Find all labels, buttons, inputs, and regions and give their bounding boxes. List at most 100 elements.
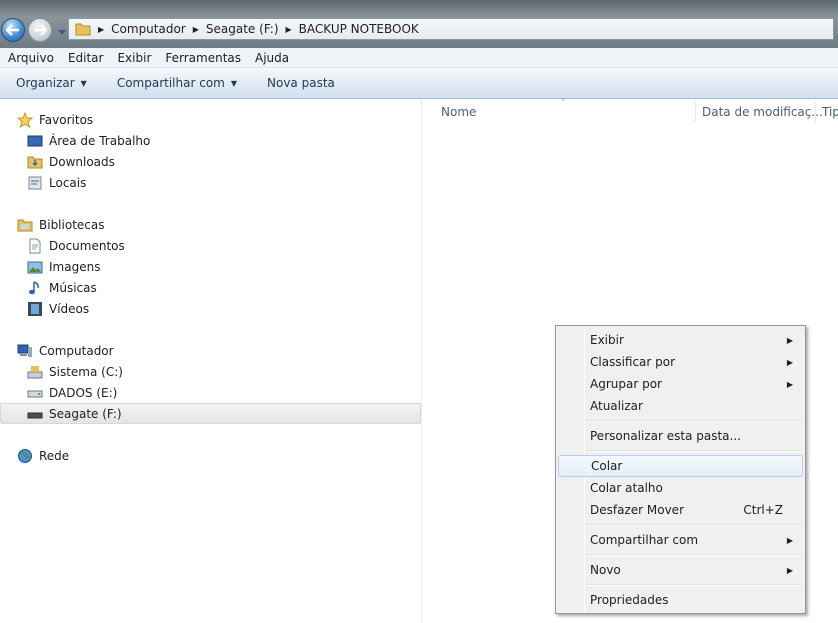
breadcrumb-backup-folder[interactable]: BACKUP NOTEBOOK: [299, 22, 419, 36]
navigation-pane: Favoritos Área de Trabalho Downloads Loc…: [0, 100, 422, 623]
nav-downloads-label: Downloads: [49, 154, 115, 169]
context-paste-label: Colar: [591, 459, 623, 473]
command-toolbar: Organizar ▼ Compartilhar com ▼ Nova past…: [0, 68, 838, 99]
recent-places-icon: [27, 175, 43, 191]
submenu-arrow-icon: ▶: [786, 565, 793, 575]
nav-desktop-label: Área de Trabalho: [49, 133, 151, 148]
context-item-refresh[interactable]: Atualizar: [558, 395, 803, 417]
context-share-label: Compartilhar com: [590, 533, 699, 547]
column-date-modified[interactable]: Data de modificaç...: [702, 105, 823, 119]
nav-pictures-label: Imagens: [49, 259, 101, 274]
address-bar[interactable]: ▶ Computador ▶ Seagate (F:) ▶ BACKUP NOT…: [68, 18, 834, 40]
context-item-undo-move[interactable]: Desfazer Mover Ctrl+Z: [558, 499, 803, 521]
breadcrumb-drive-f[interactable]: Seagate (F:): [206, 22, 279, 36]
forward-arrow-icon: [34, 24, 47, 36]
nav-network-label: Rede: [39, 448, 70, 463]
pictures-icon: [27, 259, 43, 275]
nav-pictures[interactable]: Imagens: [27, 256, 100, 277]
context-item-share-with[interactable]: Compartilhar com ▶: [558, 529, 803, 551]
column-divider[interactable]: [815, 102, 816, 122]
menu-separator: [587, 420, 801, 422]
new-folder-button[interactable]: Nova pasta: [267, 76, 335, 90]
nav-videos[interactable]: Vídeos: [27, 298, 89, 319]
breadcrumb-separator-icon[interactable]: ▶: [98, 25, 104, 34]
libraries-icon: [17, 217, 33, 233]
context-properties-label: Propriedades: [590, 593, 669, 607]
organize-button[interactable]: Organizar ▼: [16, 76, 87, 90]
sort-ascending-icon: ˄: [561, 98, 565, 107]
column-header-row: Nome ˄ Data de modificaç... Tip: [423, 98, 838, 126]
context-item-paste-shortcut[interactable]: Colar atalho: [558, 477, 803, 499]
context-menu: Exibir ▶ Classificar por ▶ Agrupar por ▶…: [555, 325, 806, 614]
nav-downloads[interactable]: Downloads: [27, 151, 115, 172]
share-label: Compartilhar com: [116, 76, 225, 90]
context-refresh-label: Atualizar: [590, 399, 643, 413]
window-titlebar: ▶ Computador ▶ Seagate (F:) ▶ BACKUP NOT…: [0, 0, 838, 48]
context-item-customize-folder[interactable]: Personalizar esta pasta...: [558, 425, 803, 447]
menu-ajuda[interactable]: Ajuda: [255, 51, 289, 65]
nav-drive-c[interactable]: Sistema (C:): [27, 361, 123, 382]
context-undo-label: Desfazer Mover: [590, 503, 684, 517]
menu-ferramentas[interactable]: Ferramentas: [165, 51, 241, 65]
navigation-buttons: [1, 16, 71, 44]
breadcrumb-separator-icon[interactable]: ▶: [286, 25, 292, 34]
nav-network[interactable]: Rede: [17, 445, 69, 466]
context-group-label: Agrupar por: [590, 377, 662, 391]
nav-documents[interactable]: Documentos: [27, 235, 125, 256]
nav-computer-label: Computador: [39, 343, 114, 358]
menu-separator: [587, 450, 801, 452]
recent-pages-dropdown[interactable]: [57, 26, 67, 35]
share-button[interactable]: Compartilhar com ▼: [117, 76, 237, 90]
menu-arquivo[interactable]: Arquivo: [8, 51, 54, 65]
star-icon: [17, 111, 33, 128]
menu-editar[interactable]: Editar: [68, 51, 104, 65]
nav-favorites-label: Favoritos: [39, 112, 94, 127]
desktop-icon: [27, 133, 43, 149]
breadcrumb-computer[interactable]: Computador: [111, 22, 186, 36]
nav-drive-f-label: Seagate (F:): [49, 406, 122, 421]
documents-icon: [27, 238, 43, 254]
nav-libraries[interactable]: Bibliotecas: [17, 214, 104, 235]
nav-drive-e-label: DADOS (E:): [49, 385, 118, 400]
column-divider[interactable]: [695, 102, 696, 122]
film-icon: [27, 301, 43, 317]
nav-computer[interactable]: Computador: [17, 340, 114, 361]
organize-label: Organizar: [16, 76, 75, 90]
forward-button[interactable]: [28, 18, 52, 42]
back-button[interactable]: [1, 18, 25, 42]
downloads-folder-icon: [27, 154, 43, 170]
menu-separator: [587, 554, 801, 556]
nav-recent-label: Locais: [49, 175, 87, 190]
music-note-icon: [27, 280, 43, 296]
nav-drive-f[interactable]: Seagate (F:): [27, 403, 122, 424]
nav-recent-places[interactable]: Locais: [27, 172, 86, 193]
context-item-view[interactable]: Exibir ▶: [558, 329, 803, 351]
context-item-group-by[interactable]: Agrupar por ▶: [558, 373, 803, 395]
column-type[interactable]: Tip: [822, 105, 838, 119]
column-name[interactable]: Nome: [441, 105, 476, 119]
chevron-down-icon: ▼: [80, 78, 87, 88]
context-item-new[interactable]: Novo ▶: [558, 559, 803, 581]
nav-desktop[interactable]: Área de Trabalho: [27, 130, 150, 151]
new-folder-label: Nova pasta: [267, 76, 335, 90]
menu-separator: [587, 524, 801, 526]
context-item-properties[interactable]: Propriedades: [558, 589, 803, 611]
system-drive-icon: [27, 364, 43, 380]
menu-exibir[interactable]: Exibir: [117, 51, 151, 65]
folder-icon: [75, 22, 91, 36]
context-item-paste[interactable]: Colar: [558, 455, 803, 477]
hard-drive-icon: [27, 385, 43, 401]
context-view-label: Exibir: [590, 333, 624, 347]
computer-icon: [17, 343, 33, 359]
nav-libraries-label: Bibliotecas: [39, 217, 105, 232]
nav-music[interactable]: Músicas: [27, 277, 97, 298]
nav-music-label: Músicas: [49, 280, 97, 295]
menu-bar: Arquivo Editar Exibir Ferramentas Ajuda: [0, 48, 838, 68]
context-customize-label: Personalizar esta pasta...: [590, 429, 741, 443]
context-undo-shortcut: Ctrl+Z: [743, 503, 783, 517]
breadcrumb-separator-icon[interactable]: ▶: [193, 25, 199, 34]
context-item-sort-by[interactable]: Classificar por ▶: [558, 351, 803, 373]
nav-favorites[interactable]: Favoritos: [17, 109, 93, 130]
nav-drive-e[interactable]: DADOS (E:): [27, 382, 117, 403]
context-sort-label: Classificar por: [590, 355, 676, 369]
